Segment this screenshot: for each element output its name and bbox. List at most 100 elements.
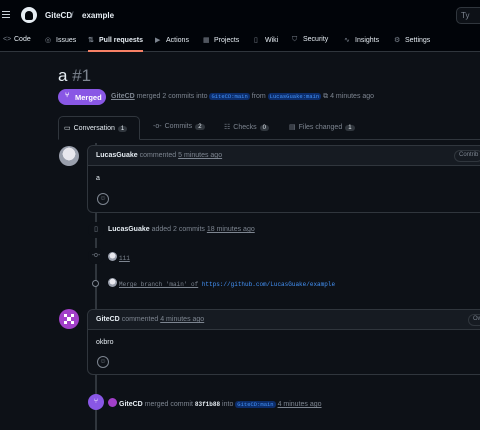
repo-nav: <> Code ◎ Issues ⇅ Pull requests ▶ Actions ▦…: [0, 31, 480, 52]
comment-meta: GiteCD commented 4 minutes ago: [96, 316, 204, 323]
copy-icon[interactable]: ⧉: [323, 93, 328, 100]
comment-action: commented: [121, 316, 159, 323]
base-branch[interactable]: GiteCD:main: [209, 93, 250, 100]
tab-label: Issues: [56, 37, 77, 44]
pr-author-link[interactable]: GiteCD: [111, 93, 135, 100]
file-diff-icon: ▤: [289, 124, 296, 131]
from-text: from: [251, 93, 266, 100]
commit-message[interactable]: Merge branch 'main' of: [119, 281, 198, 288]
repo-name-link[interactable]: example: [82, 11, 114, 20]
play-icon: ▶: [155, 37, 161, 44]
comment-text: a: [96, 175, 100, 182]
pr-tabs: ▭ Conversation 1 -o- Commits 2 ☷ Checks 0 ▤ Fil…: [58, 116, 480, 140]
state-label: Merged: [75, 93, 102, 102]
graph-icon: ∿: [344, 37, 350, 44]
role-badge: Ow: [468, 314, 480, 326]
path-separator: /: [71, 10, 74, 20]
tab-label: Code: [14, 36, 31, 43]
smiley-icon[interactable]: ☺: [97, 193, 109, 205]
avatar[interactable]: [59, 309, 79, 329]
comment-author[interactable]: GiteCD: [96, 316, 120, 323]
repo-push-icon: ▯: [88, 222, 104, 238]
event-author[interactable]: GiteCD: [119, 401, 143, 408]
tab-settings[interactable]: ⚙ Settings: [394, 36, 430, 52]
avatar[interactable]: [108, 398, 117, 407]
shield-icon: ⛉: [292, 36, 298, 43]
merge-icon: ⑂: [65, 92, 70, 99]
comment-author[interactable]: LucasGuake: [96, 152, 138, 159]
tab-commits[interactable]: -o- Commits 2: [153, 116, 205, 140]
commit-row: Merge branch 'main' of https://github.co…: [108, 278, 335, 288]
smiley-icon[interactable]: ☺: [97, 356, 109, 368]
merge-icon: ⑂: [88, 394, 104, 410]
commit-icon: [92, 280, 99, 287]
commit-row: 111: [108, 252, 130, 262]
event-action: merged commit: [144, 401, 193, 408]
comment-time[interactable]: 4 minutes ago: [160, 316, 204, 323]
comment-header: LucasGuake commented 5 minutes ago Contr…: [88, 146, 480, 166]
into-text: into: [222, 401, 234, 408]
tab-count: 1: [345, 125, 355, 131]
event-time[interactable]: 18 minutes ago: [207, 226, 255, 233]
tab-label: Commits: [164, 123, 193, 130]
tab-label: Wiki: [265, 37, 279, 44]
tab-issues[interactable]: ◎ Issues: [45, 36, 76, 52]
tab-label: Insights: [355, 37, 380, 44]
tab-wiki[interactable]: ▯ Wiki: [254, 36, 278, 52]
pr-meta: GiteCD merged 2 commits into GiteCD:main…: [111, 93, 374, 101]
comment-text: okbro: [96, 339, 114, 346]
comment-action: commented: [139, 152, 177, 159]
pr-title-text: a: [58, 66, 68, 85]
gear-icon: ⚙: [394, 37, 401, 44]
commit-icon: -o-: [88, 248, 104, 264]
commit-message[interactable]: 111: [119, 255, 130, 262]
tab-count: 0: [259, 125, 269, 131]
tab-security[interactable]: ⛉ Security: [292, 36, 328, 52]
comment-header: GiteCD commented 4 minutes ago Ow: [88, 310, 480, 330]
comment-card: GiteCD commented 4 minutes ago Ow okbro …: [87, 309, 480, 375]
code-icon: <>: [3, 36, 12, 43]
tab-count: 1: [117, 126, 128, 132]
menu-icon[interactable]: [2, 11, 10, 19]
github-logo-icon[interactable]: [21, 7, 37, 23]
tab-label: Conversation: [73, 125, 115, 132]
tab-pull-requests[interactable]: ⇅ Pull requests: [88, 36, 143, 52]
tab-label: Checks: [233, 124, 257, 131]
commit-link[interactable]: https://github.com/LucasGuake/example: [202, 281, 335, 288]
avatar[interactable]: [108, 278, 117, 287]
tab-checks[interactable]: ☷ Checks 0: [224, 116, 269, 140]
tab-code[interactable]: <> Code: [3, 36, 31, 52]
pr-time: 4 minutes ago: [330, 93, 375, 100]
commit-sha[interactable]: 83f1b88: [195, 401, 220, 408]
event-author[interactable]: LucasGuake: [108, 226, 150, 233]
tab-conversation[interactable]: ▭ Conversation 1: [58, 116, 140, 140]
comment-card: LucasGuake commented 5 minutes ago Contr…: [87, 145, 480, 213]
tab-projects[interactable]: ▦ Projects: [203, 36, 239, 52]
tab-count: 2: [195, 124, 205, 130]
avatar[interactable]: [108, 252, 117, 261]
base-branch[interactable]: GiteCD:main: [235, 401, 276, 408]
merged-text: merged 2 commits into: [136, 93, 208, 100]
comment-icon: ▭: [64, 125, 71, 132]
avatar[interactable]: [59, 146, 79, 166]
tab-label: Pull requests: [99, 37, 143, 44]
search-input[interactable]: Ty: [456, 7, 480, 24]
comment-meta: LucasGuake commented 5 minutes ago: [96, 152, 222, 159]
merged-event: GiteCD merged commit 83f1b88 into GiteCD…: [108, 398, 322, 408]
comment-time[interactable]: 5 minutes ago: [178, 152, 222, 159]
tab-label: Actions: [166, 37, 189, 44]
tab-label: Security: [303, 36, 329, 43]
tab-files-changed[interactable]: ▤ Files changed 1: [289, 116, 355, 140]
search-hint: Ty: [461, 11, 470, 20]
role-badge: Contrib: [454, 150, 480, 162]
tab-insights[interactable]: ∿ Insights: [344, 36, 379, 52]
tab-label: Projects: [214, 37, 240, 44]
head-branch[interactable]: LucasGuake:main: [267, 93, 322, 100]
book-icon: ▯: [254, 37, 258, 44]
tab-label: Settings: [405, 37, 431, 44]
added-commits-event: LucasGuake added 2 commits 18 minutes ag…: [108, 226, 255, 233]
merged-status-badge: ⑂ Merged: [58, 89, 106, 105]
repo-owner-link[interactable]: GiteCD: [45, 11, 72, 20]
event-time[interactable]: 4 minutes ago: [278, 401, 322, 408]
tab-actions[interactable]: ▶ Actions: [155, 36, 189, 52]
